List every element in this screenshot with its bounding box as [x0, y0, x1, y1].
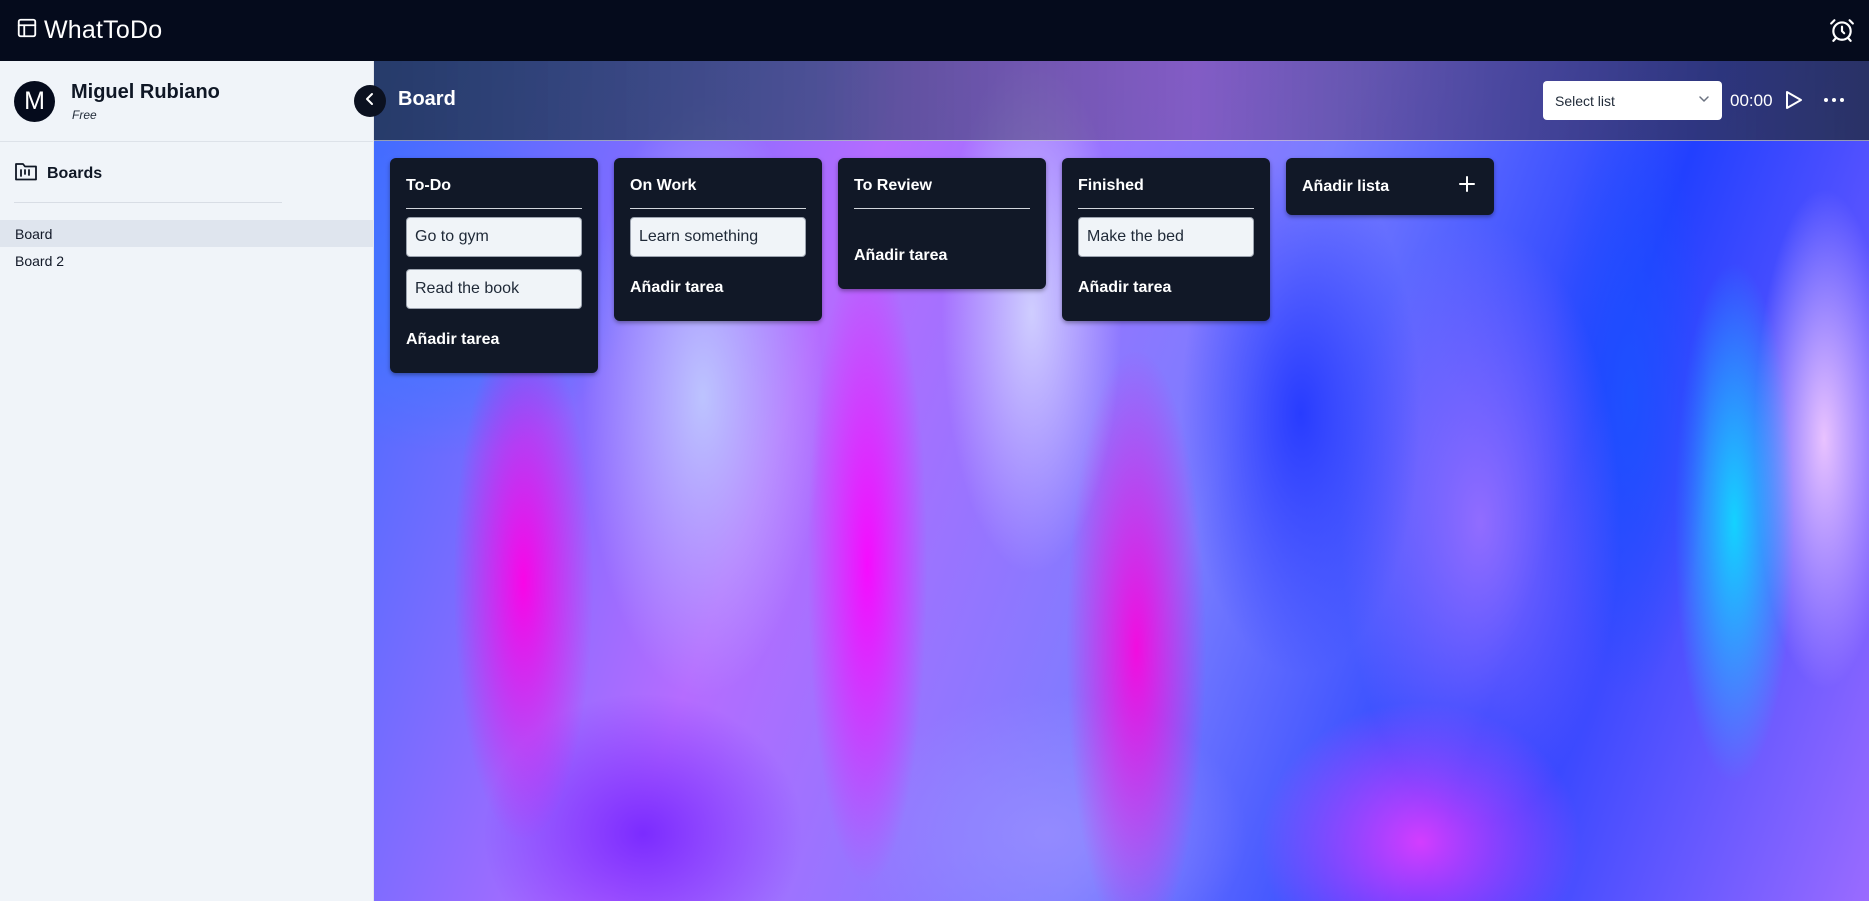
boards-section-header: Boards [14, 160, 102, 187]
sidebar: M Miguel Rubiano Free Boards Board Board… [0, 61, 374, 901]
top-bar: WhatToDo [0, 0, 1869, 61]
add-task-button[interactable]: Añadir tarea [630, 279, 723, 297]
list-column: Finished Make the bed Añadir tarea [1062, 158, 1270, 321]
sidebar-item-label: Board [15, 225, 53, 242]
add-task-button[interactable]: Añadir tarea [1078, 279, 1171, 297]
add-list-button[interactable]: Añadir lista [1286, 158, 1494, 215]
list-title[interactable]: To Review [854, 177, 932, 195]
collapse-sidebar-button[interactable] [354, 85, 386, 117]
user-name: Miguel Rubiano [71, 81, 220, 103]
select-list-value: Select list [1555, 92, 1615, 109]
list-column: On Work Learn something Añadir tarea [614, 158, 822, 321]
sidebar-divider [14, 202, 282, 203]
list-divider [630, 208, 806, 209]
list-title[interactable]: To-Do [406, 177, 451, 195]
sidebar-item-board-2[interactable]: Board 2 [0, 247, 373, 274]
board-title: Board [398, 88, 456, 110]
sidebar-item-board[interactable]: Board [0, 220, 373, 247]
more-horizontal-icon[interactable] [1822, 89, 1846, 111]
user-profile: M Miguel Rubiano Free [0, 61, 373, 142]
chevron-down-icon [1698, 92, 1710, 110]
task-card[interactable]: Learn something [630, 217, 806, 257]
boards-section-title: Boards [47, 164, 103, 182]
list-column: To Review Añadir tarea [838, 158, 1046, 289]
app-title: WhatToDo [44, 16, 163, 44]
task-card[interactable]: Read the book [406, 269, 582, 309]
chevron-left-icon [362, 91, 378, 112]
plus-icon [1458, 175, 1476, 198]
select-list-dropdown[interactable]: Select list [1543, 81, 1722, 120]
list-title[interactable]: Finished [1078, 177, 1144, 195]
list-divider [1078, 208, 1254, 209]
add-list-label: Añadir lista [1302, 177, 1390, 195]
task-card[interactable]: Go to gym [406, 217, 582, 257]
add-task-button[interactable]: Añadir tarea [854, 247, 947, 265]
user-plan: Free [72, 108, 97, 122]
list-divider [854, 208, 1030, 209]
list-column: To-Do Go to gym Read the book Añadir tar… [390, 158, 598, 373]
list-divider [406, 208, 582, 209]
layout-table-icon [16, 17, 38, 44]
play-icon[interactable] [1782, 89, 1804, 111]
board-canvas: Board Select list 00:00 To-Do Go to gym … [374, 61, 1869, 901]
timer-display: 00:00 [1730, 91, 1773, 110]
alarm-clock-icon[interactable] [1829, 17, 1855, 43]
app-logo[interactable]: WhatToDo [16, 16, 162, 45]
board-header: Board Select list 00:00 [374, 61, 1869, 141]
folder-board-icon [14, 160, 38, 187]
task-card[interactable]: Make the bed [1078, 217, 1254, 257]
sidebar-item-label: Board 2 [15, 252, 65, 269]
add-task-button[interactable]: Añadir tarea [406, 331, 499, 349]
avatar[interactable]: M [14, 81, 55, 122]
list-title[interactable]: On Work [630, 177, 696, 195]
